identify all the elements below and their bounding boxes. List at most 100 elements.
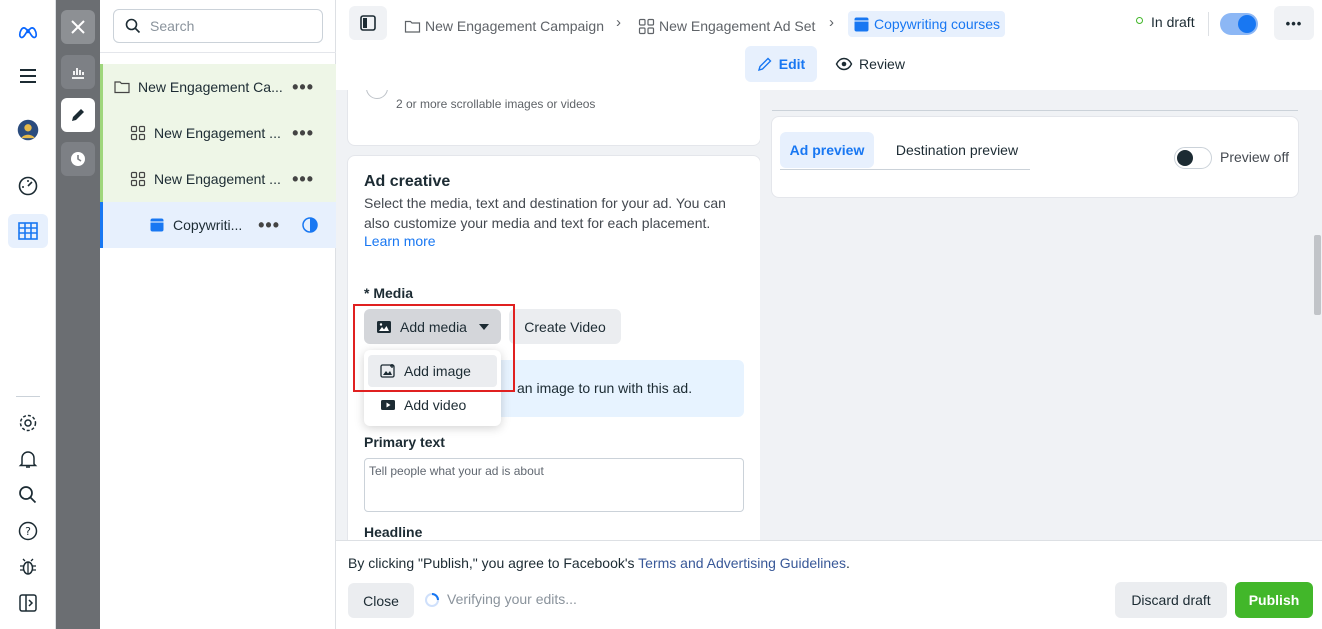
breadcrumb-ad[interactable]: Copywriting courses [848,11,1006,37]
video-icon [381,400,395,410]
ads-manager-table-icon[interactable] [8,214,48,248]
panel-icon [360,15,376,31]
tree-item-adset-2[interactable]: New Engagement ... ••• [100,156,336,202]
verifying-status: Verifying your edits... [447,591,577,607]
menu-item-add-video[interactable]: Add video [368,389,497,421]
create-video-label: Create Video [524,318,606,335]
status-dot-icon [1136,17,1143,24]
more-icon[interactable]: ••• [258,215,280,236]
review-label: Review [859,56,905,72]
primary-text-input[interactable]: Tell people what your ad is about [364,458,744,512]
pencil-icon[interactable] [61,98,95,132]
search-input[interactable]: Search [113,9,323,43]
campaign-tree-panel: Search New Engagement Ca... ••• New Enga… [100,0,336,629]
publish-disclaimer: By clicking "Publish," you agree to Face… [348,555,850,571]
adset-grid-icon [638,18,655,34]
breadcrumb-campaign[interactable]: New Engagement Campaign [404,14,604,38]
tree-item-label: New Engagement ... [154,125,281,141]
search-icon[interactable] [14,481,42,509]
eye-icon [835,57,853,71]
ad-creative-description: Select the media, text and destination f… [364,195,726,231]
rail-divider [16,396,40,397]
tab-underline [780,169,1030,170]
tab-destination-preview-label: Destination preview [895,142,1019,158]
close-icon[interactable] [61,10,95,44]
preview-card: Ad preview Destination preview Preview o… [771,116,1299,198]
preview-toggle[interactable] [1174,147,1212,169]
discard-draft-button[interactable]: Discard draft [1115,582,1227,618]
tree-item-label: Copywriti... [173,217,243,233]
chevron-right-icon: › [616,14,621,31]
scrollbar-thumb[interactable] [1314,235,1321,315]
search-icon [125,18,141,34]
topbar-divider [1208,12,1209,36]
top-bar: New Engagement Campaign › New Engagement… [336,0,1322,90]
more-icon[interactable]: ••• [292,77,314,98]
tree-item-label: New Engagement ... [154,171,281,187]
footer: By clicking "Publish," you agree to Face… [336,540,1322,629]
folder-icon [404,20,421,33]
review-mode-button[interactable]: Review [828,46,912,82]
bell-icon[interactable] [14,445,42,473]
dashboard-gauge-icon[interactable] [14,172,42,200]
spinner-icon [425,593,439,607]
svg-text:?: ? [25,525,31,538]
search-placeholder: Search [150,18,195,34]
tool-rail [56,0,100,629]
meta-logo-icon[interactable] [14,18,42,46]
breadcrumb-campaign-label: New Engagement Campaign [425,18,604,34]
disclaimer-period: . [845,555,850,571]
create-video-button[interactable]: Create Video [509,309,621,344]
ad-icon [150,218,164,232]
chart-icon[interactable] [61,55,95,89]
menu-icon[interactable] [14,62,42,90]
editor-main: 2 or more scrollable images or videos Ad… [336,90,1322,540]
primary-text-label: Primary text [364,434,445,450]
preview-toggle-label: Preview off [1220,149,1289,165]
draft-toggle[interactable] [1220,13,1258,35]
pencil-icon [757,57,772,72]
carousel-radio[interactable] [366,90,388,99]
left-rail: ? [0,0,56,629]
draft-status-icon [302,217,318,233]
clock-icon[interactable] [61,142,95,176]
avatar[interactable] [14,116,42,144]
tree-divider [100,52,336,53]
learn-more-link[interactable]: Learn more [364,233,436,249]
gear-icon[interactable] [14,409,42,437]
format-card: 2 or more scrollable images or videos [347,90,761,146]
help-icon[interactable]: ? [14,517,42,545]
more-options-button[interactable]: ••• [1274,6,1314,40]
ad-creative-title: Ad creative [364,173,451,190]
terms-link[interactable]: Terms and Advertising Guidelines [638,555,846,571]
tab-ad-preview[interactable]: Ad preview [780,132,874,168]
tab-destination-preview[interactable]: Destination preview [882,132,1032,168]
add-video-label: Add video [404,397,467,413]
bug-icon[interactable] [14,553,42,581]
more-icon[interactable]: ••• [292,123,314,144]
adset-grid-icon [130,125,146,141]
tree-item-label: New Engagement Ca... [138,79,283,95]
ad-icon [854,17,869,31]
headline-label: Headline [364,524,423,540]
tab-ad-preview-label: Ad preview [789,142,865,158]
breadcrumb-adset-label: New Engagement Ad Set [659,18,816,34]
close-label: Close [363,592,399,609]
tree-item-adset-1[interactable]: New Engagement ... ••• [100,110,336,156]
panel-toggle-button[interactable] [349,6,387,40]
close-button[interactable]: Close [348,583,414,618]
publish-button[interactable]: Publish [1235,582,1313,618]
sidebar-toggle-icon[interactable] [14,589,42,617]
media-label: * Media [364,285,414,301]
edit-label: Edit [778,56,806,72]
tree-item-ad[interactable]: Copywriti... ••• [100,202,336,248]
tree-item-campaign[interactable]: New Engagement Ca... ••• [100,64,336,110]
edit-mode-button[interactable]: Edit [745,46,817,82]
ad-creative-card: Ad creative Select the media, text and d… [347,155,761,540]
more-icon[interactable]: ••• [292,169,314,190]
discard-draft-label: Discard draft [1131,592,1211,608]
scrollbar-track[interactable] [1312,90,1322,540]
breadcrumb-adset[interactable]: New Engagement Ad Set [638,14,815,38]
breadcrumb-ad-label: Copywriting courses [874,16,1001,32]
publish-label: Publish [1248,592,1300,608]
